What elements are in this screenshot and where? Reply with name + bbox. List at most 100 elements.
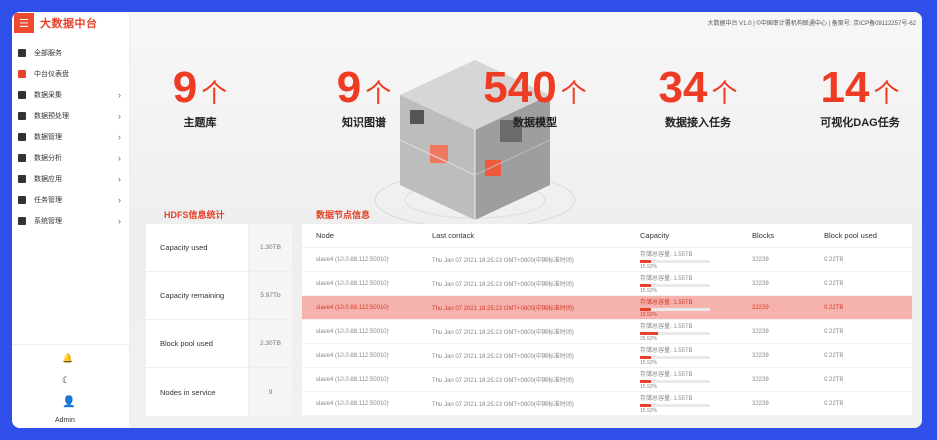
capacity-bar (640, 332, 710, 335)
capacity-text: 存储总容量: 1.55TB (640, 324, 693, 330)
moon-icon[interactable]: ☾ (62, 375, 70, 386)
capacity-percent: 25.52% (640, 336, 657, 342)
nodes-section-title: 数据节点信息 (316, 210, 371, 220)
dashboard-icon (18, 69, 26, 78)
hdfs-value: 2.30TB (248, 320, 292, 367)
hamburger-icon[interactable]: ☰ (14, 13, 34, 33)
sidebar-item-label: 系统管理 (34, 217, 62, 225)
table-row[interactable]: slave4 (10.0.88.112:50010) Thu Jan 07 202… (302, 272, 912, 296)
capacity-text: 存储总容量: 1.55TB (640, 348, 693, 354)
table-row[interactable]: slave4 (10.0.88.112:50010) Thu Jan 07 202… (302, 344, 912, 368)
capacity-percent: 15.52% (640, 360, 657, 366)
manage-icon (18, 132, 26, 141)
user-avatar-icon[interactable]: 👤 (62, 395, 76, 408)
table-body: slave4 (10.0.88.112:50010) Thu Jan 07 202… (302, 248, 912, 416)
hdfs-label: Capacity used (160, 243, 208, 252)
cell-capacity: 存储总容量: 1.55TB 15.52% (640, 249, 752, 270)
cell-block-pool: 0.22TB (824, 304, 844, 311)
cell-last-contact: Thu Jan 07 2021 18:25:23 GMT+0800(中国标准时间… (432, 282, 574, 288)
stat-value: 34 (658, 63, 708, 112)
capacity-text: 存储总容量: 1.55TB (640, 372, 693, 378)
stat-label: 数据接入任务 (665, 117, 731, 129)
sidebar-item-label: 数据应用 (34, 175, 62, 183)
analysis-icon (18, 153, 26, 162)
column-header[interactable]: Node (302, 231, 432, 240)
hdfs-section-title: HDFS信息统计 (164, 210, 225, 220)
column-header[interactable]: Blocks (752, 231, 824, 240)
collect-icon (18, 90, 26, 99)
task-icon (18, 195, 26, 204)
sidebar-item[interactable]: 数据预处理 › (12, 105, 129, 126)
cell-blocks: 32239 (752, 376, 769, 383)
cell-capacity: 存储总容量: 1.55TB 15.52% (640, 345, 752, 366)
cell-block-pool: 0.22TB (824, 352, 844, 359)
sidebar-item[interactable]: 数据分析 › (12, 147, 129, 168)
stat-label: 数据模型 (513, 117, 557, 129)
username[interactable]: Admin (55, 417, 75, 424)
stat-data-model: 540 个 数据模型 (460, 64, 610, 130)
sidebar-item-label: 数据管理 (34, 133, 62, 141)
apply-icon (18, 174, 26, 183)
table-row[interactable]: slave4 (10.0.88.112:50010) Thu Jan 07 202… (302, 392, 912, 416)
column-header[interactable]: Capacity (640, 231, 752, 240)
capacity-percent: 15.52% (640, 264, 657, 270)
sidebar-item[interactable]: 数据管理 › (12, 126, 129, 147)
cell-node: slave4 (10.0.88.112:50010) (316, 352, 389, 359)
cell-last-contact: Thu Jan 07 2021 18:25:23 GMT+0800(中国标准时间… (432, 402, 574, 408)
cell-node: slave4 (10.0.88.112:50010) (316, 256, 389, 263)
stat-knowledge-graph: 9个 知识图谱 (314, 64, 414, 130)
chevron-right-icon: › (118, 152, 121, 163)
cell-last-contact: Thu Jan 07 2021 18:25:23 GMT+0800(中国标准时间… (432, 258, 574, 264)
sidebar-item-label: 数据预处理 (34, 112, 69, 120)
hdfs-label: Block pool used (160, 339, 213, 348)
cell-last-contact: Thu Jan 07 2021 18:25:23 GMT+0800(中国标准时间… (432, 330, 574, 336)
stat-unit: 个 (560, 78, 587, 108)
bell-icon[interactable]: 🔔 (62, 353, 73, 364)
chevron-right-icon: › (118, 194, 121, 205)
capacity-bar (640, 284, 710, 287)
sidebar-item-label: 全部服务 (34, 49, 62, 57)
main-content: 大数据中台 V1.0 | ©中国审计署机构联通中心 | 备案号: 京ICP备09… (130, 12, 922, 428)
column-header[interactable]: Last contack (432, 231, 640, 240)
cell-blocks: 32239 (752, 328, 769, 335)
stat-ingest-tasks: 34 个 数据接入任务 (638, 64, 758, 130)
cell-node: slave4 (10.0.88.112:50010) (316, 328, 389, 335)
table-row[interactable]: slave4 (10.0.88.112:50010) Thu Jan 07 202… (302, 368, 912, 392)
stat-label: 主题库 (183, 117, 217, 129)
sidebar-item[interactable]: 任务管理 › (12, 189, 129, 210)
cell-block-pool: 0.22TB (824, 400, 844, 407)
sidebar-item[interactable]: 系统管理 › (12, 210, 129, 231)
stat-unit: 个 (201, 78, 228, 108)
sidebar-item[interactable]: 数据采集 › (12, 84, 129, 105)
column-header[interactable]: Block pool used (824, 231, 912, 240)
sidebar-item[interactable]: 中台仪表盘 (12, 63, 129, 84)
cell-capacity: 存储总容量: 1.55TB 15.52% (640, 393, 752, 414)
table-row[interactable]: slave4 (10.0.88.112:50010) Thu Jan 07 202… (302, 296, 912, 320)
table-row[interactable]: slave4 (10.0.88.112:50010) Thu Jan 07 202… (302, 320, 912, 344)
cell-blocks: 32239 (752, 280, 769, 287)
stat-value: 9 (172, 63, 198, 112)
capacity-fill (640, 404, 652, 407)
cell-capacity: 存储总容量: 1.55TB 25.52% (640, 321, 752, 342)
cell-last-contact: Thu Jan 07 2021 18:25:23 GMT+0800(中国标准时间… (432, 378, 574, 384)
table-row[interactable]: slave4 (10.0.88.112:50010) Thu Jan 07 202… (302, 248, 912, 272)
stat-label: 可视化DAG任务 (820, 117, 900, 129)
cell-node: slave4 (10.0.88.112:50010) (316, 304, 389, 311)
capacity-text: 存储总容量: 1.55TB (640, 300, 693, 306)
sidebar-item-label: 任务管理 (34, 196, 62, 204)
hdfs-value: 5.97Tb (248, 272, 292, 319)
chevron-right-icon: › (118, 215, 121, 226)
chevron-right-icon: › (118, 173, 121, 184)
stat-unit: 个 (711, 78, 738, 108)
cell-node: slave4 (10.0.88.112:50010) (316, 400, 389, 407)
cell-blocks: 32239 (752, 400, 769, 407)
logo-bar: ☰ 大数据中台 (12, 12, 129, 34)
stat-unit: 个 (365, 78, 392, 108)
cell-node: slave4 (10.0.88.112:50010) (316, 280, 389, 287)
cell-blocks: 32239 (752, 304, 769, 311)
sidebar-item[interactable]: 数据应用 › (12, 168, 129, 189)
cell-capacity: 存储总容量: 1.55TB 15.52% (640, 273, 752, 294)
stat-topic-library: 9个 主题库 (150, 64, 250, 130)
nodes-table: Node Last contack Capacity Blocks Block … (302, 224, 912, 416)
sidebar-item[interactable]: 全部服务 (12, 42, 129, 63)
